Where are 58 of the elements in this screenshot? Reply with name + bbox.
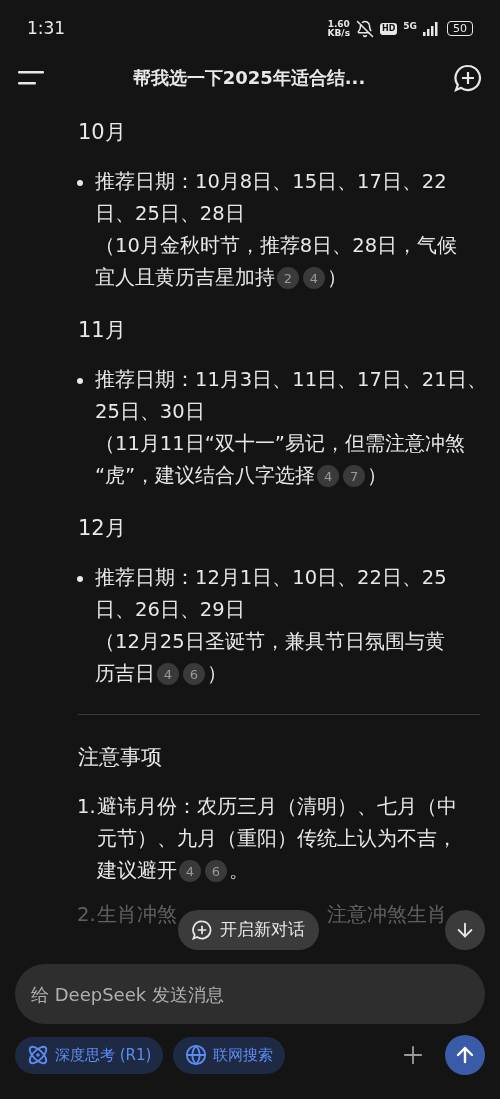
recommended-dates: 推荐日期：12月1日、10日、22日、25 [95, 565, 447, 591]
citation-badge[interactable]: 7 [343, 465, 366, 487]
status-time: 1:31 [27, 16, 66, 40]
note-text: 建议避开 [97, 858, 177, 884]
note-text: 历吉日 [95, 661, 155, 687]
citation-badge[interactable]: 6 [183, 663, 205, 685]
list-number: 1. [77, 794, 97, 820]
mode-toggle[interactable]: 深度思考 (R1) [15, 1036, 164, 1074]
battery-indicator: 50 [447, 21, 473, 36]
new-chat-icon [192, 920, 212, 940]
punctuation: 。 [229, 858, 249, 884]
note-text: （12月25日圣诞节，兼具节日氛围与黄 [95, 629, 445, 655]
citation-badge[interactable]: 6 [205, 860, 227, 882]
network-type: 5G [403, 21, 417, 31]
note-text: （11月11日“双十一”易记，但需注意冲煞 [95, 431, 465, 457]
citation-badge[interactable]: 2 [277, 267, 299, 289]
month-heading: 11月 [78, 317, 127, 344]
citation-badge[interactable]: 4 [317, 465, 340, 487]
note-text: （10月金秋时节，推荐8日、28日，气候 [95, 233, 458, 259]
scroll-down-button[interactable] [445, 910, 485, 950]
globe-icon [185, 1044, 208, 1066]
bullet-icon [77, 576, 83, 582]
note-text: 元节）、九月（重阳）传统上认为不吉， [97, 826, 457, 852]
bullet-icon [77, 180, 83, 186]
menu-icon[interactable] [18, 70, 44, 85]
recommended-dates: 25日、30日 [95, 399, 205, 425]
month-heading: 12月 [78, 515, 127, 542]
citation-badge[interactable]: 4 [157, 663, 179, 685]
list-number: 2. [77, 902, 97, 928]
note-text: “虎”，建议结合八字选择 [95, 463, 316, 489]
note-text: 避讳月份：农历三月（清明）、七月（中 [97, 794, 457, 820]
month-heading: 10月 [78, 119, 127, 146]
recommended-dates: 日、26日、29日 [95, 597, 245, 623]
message-input[interactable]: 给 DeepSeek 发送消息 [15, 964, 485, 1024]
bell-muted-icon [356, 19, 374, 38]
punctuation: ） [327, 265, 347, 291]
citation-badge[interactable]: 4 [179, 860, 201, 882]
signal-icon [423, 21, 439, 36]
atom-icon [27, 1044, 49, 1066]
recommended-dates: 日、25日、28日 [95, 201, 245, 227]
speed-unit: KB/s [327, 28, 350, 38]
punctuation: ） [207, 661, 227, 687]
note-text: 宜人且黄历吉星加持 [95, 265, 275, 291]
hd-badge: HD [380, 22, 398, 35]
new-chat-button[interactable]: 开启新对话 [178, 910, 319, 950]
citation-badge[interactable]: 4 [303, 267, 325, 289]
chat-title: 帮我选一下2025年适合结... [132, 66, 366, 90]
faded-text: 生肖冲煞 [97, 902, 177, 928]
bullet-icon [77, 378, 83, 384]
punctuation: ） [367, 463, 388, 489]
notes-heading: 注意事项 [78, 744, 163, 771]
new-chat-icon[interactable] [454, 63, 482, 92]
send-button[interactable] [445, 1035, 485, 1075]
recommended-dates: 推荐日期：11月3日、11日、17日、21日、 [95, 367, 487, 393]
network-speed: 1.60 [327, 19, 350, 29]
faded-text: 注意冲煞生肖 [327, 902, 447, 928]
mode-toggle[interactable]: 联网搜索 [173, 1036, 286, 1074]
recommended-dates: 推荐日期：10月8日、15日、17日、22 [95, 169, 447, 195]
